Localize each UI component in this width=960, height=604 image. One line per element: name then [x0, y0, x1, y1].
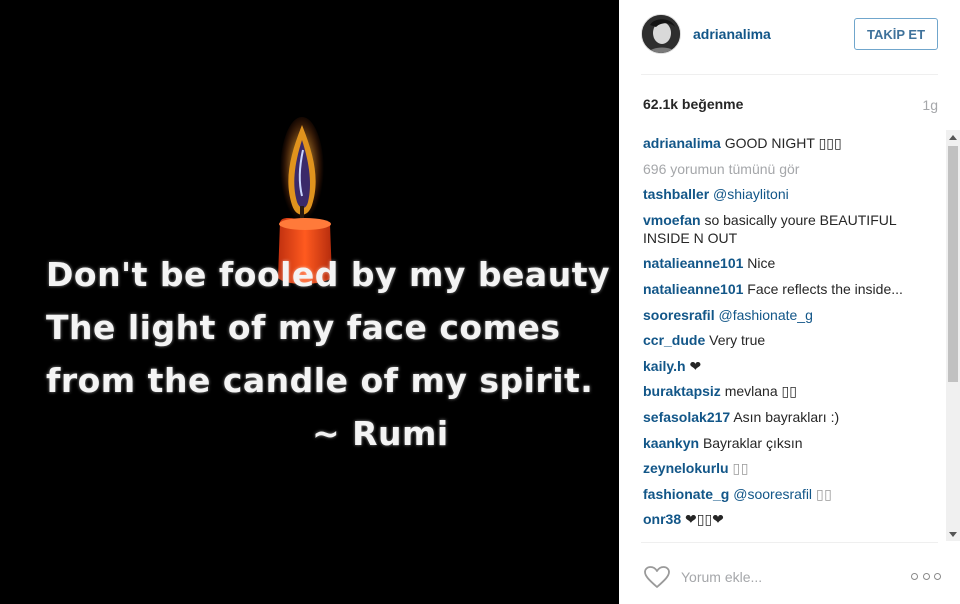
comment-username[interactable]: kaily.h — [643, 358, 686, 374]
list-item: tashballer @shiaylitoni — [643, 185, 939, 203]
caption-username[interactable]: adrianalima — [643, 135, 721, 151]
comment-mention[interactable]: @shiaylitoni — [713, 186, 789, 202]
post-sidebar: adrianalima TAKİP ET 62.1k beğenme 1g ad… — [619, 0, 960, 604]
list-item: fashionate_g @sooresrafil ▯▯ — [643, 485, 939, 503]
scroll-down-arrow-icon[interactable] — [946, 527, 960, 541]
comment-text: Asın bayrakları :) — [733, 408, 840, 425]
caption: adrianalima GOOD NIGHT ▯▯▯ — [643, 134, 939, 152]
list-item: zeynelokurlu ▯▯ — [643, 459, 939, 477]
list-item: onr38 ❤▯▯❤ — [643, 510, 939, 528]
avatar-photo-icon — [642, 15, 680, 53]
comment-mention[interactable]: @fashionate_g — [718, 307, 812, 323]
list-item: natalieanne101 Nice — [643, 254, 939, 272]
comment-text: Bayraklar çıksın — [702, 434, 803, 451]
comment-username[interactable]: vmoefan — [643, 212, 701, 228]
comment-text: ❤ — [689, 357, 702, 374]
list-item: natalieanne101 Face reflects the inside.… — [643, 280, 939, 298]
more-options-icon[interactable] — [911, 569, 941, 583]
caption-text: GOOD NIGHT ▯▯▯ — [724, 135, 842, 151]
post-header: adrianalima TAKİP ET — [619, 0, 960, 74]
comment-username[interactable]: sooresrafil — [643, 307, 715, 323]
comment-text: mevlana ▯▯ — [724, 383, 797, 400]
list-item: ccr_dude Very true — [643, 331, 939, 349]
scroll-up-arrow-icon[interactable] — [946, 130, 960, 144]
comment-username[interactable]: tashballer — [643, 186, 709, 202]
divider — [641, 74, 938, 75]
list-item: kaankyn Bayraklar çıksın — [643, 434, 939, 452]
comment-username[interactable]: onr38 — [643, 511, 681, 527]
likes-count[interactable]: 62.1k beğenme — [643, 96, 743, 112]
quote-line-1: Don't be fooled by my beauty — [46, 255, 610, 294]
comment-mention[interactable]: @sooresrafil — [733, 486, 812, 502]
comment-text: ❤▯▯❤ — [685, 511, 724, 528]
comment-username[interactable]: sefasolak217 — [643, 409, 730, 425]
list-item: kaily.h ❤ — [643, 357, 939, 375]
quote-line-2: The light of my face comes — [46, 308, 561, 347]
follow-button[interactable]: TAKİP ET — [854, 18, 938, 50]
list-item: sefasolak217 Asın bayrakları :) — [643, 408, 939, 426]
comment-username[interactable]: ccr_dude — [643, 332, 705, 348]
comment-text: ▯▯ — [732, 460, 749, 477]
comment-username[interactable]: natalieanne101 — [643, 255, 743, 271]
list-item: sooresrafil @fashionate_g — [643, 306, 939, 324]
comment-text: Face reflects the inside... — [747, 280, 903, 297]
quote-line-3: from the candle of my spirit. — [46, 361, 594, 400]
comments-scrollbar[interactable] — [946, 130, 960, 541]
list-item: buraktapsiz mevlana ▯▯ — [643, 382, 939, 400]
comment-input[interactable] — [681, 563, 901, 591]
comments-list: adrianalima GOOD NIGHT ▯▯▯ 696 yorumun t… — [643, 134, 939, 536]
comment-username[interactable]: fashionate_g — [643, 486, 729, 502]
header-username-link[interactable]: adrianalima — [693, 26, 771, 42]
avatar[interactable] — [641, 14, 681, 54]
comment-text: Very true — [709, 332, 766, 349]
post-timestamp[interactable]: 1g — [922, 97, 938, 113]
list-item: vmoefan so basically youre BEAUTIFUL INS… — [643, 211, 939, 247]
comment-username[interactable]: buraktapsiz — [643, 383, 721, 399]
comment-text: Nice — [747, 255, 776, 272]
comment-username[interactable]: kaankyn — [643, 435, 699, 451]
comment-username[interactable]: natalieanne101 — [643, 281, 743, 297]
quote-text: Don't be fooled by my beauty The light o… — [46, 248, 619, 460]
scrollbar-thumb[interactable] — [948, 146, 958, 382]
post-image[interactable]: Don't be fooled by my beauty The light o… — [0, 0, 619, 604]
heart-icon[interactable] — [643, 565, 671, 589]
quote-author: ~ Rumi — [312, 414, 449, 453]
comment-text: ▯▯ — [815, 485, 833, 502]
view-all-comments-link[interactable]: 696 yorumun tümünü gör — [643, 160, 939, 178]
comment-bar — [619, 543, 960, 604]
comment-username[interactable]: zeynelokurlu — [643, 460, 729, 476]
